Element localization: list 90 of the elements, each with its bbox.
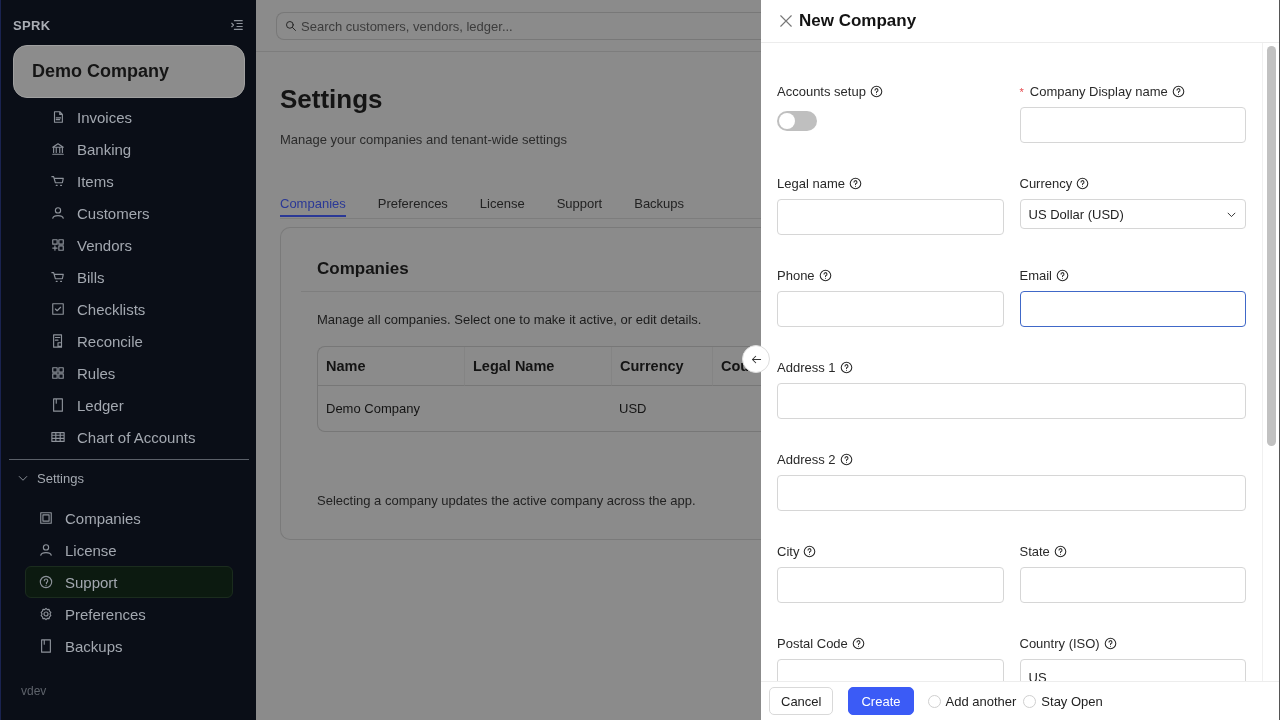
nav-icon [51, 270, 65, 284]
help-icon [848, 177, 862, 190]
help-icon [1076, 177, 1090, 190]
version-label: vdev [20, 684, 48, 698]
close-button[interactable] [779, 14, 793, 28]
select-field[interactable]: US Dollar (USD) [1019, 199, 1246, 229]
create-button[interactable]: Create [848, 687, 914, 715]
search-field[interactable]: Search customers, vendors, ledger... [276, 12, 761, 40]
settings-group-toggle[interactable]: Settings [13, 460, 248, 496]
help-icon [1056, 269, 1069, 282]
field-label: Address 1 [777, 360, 836, 375]
nav-item[interactable]: Vendors [25, 229, 233, 261]
option-label: Add another [945, 693, 1017, 709]
close-icon [779, 14, 793, 28]
nav-item[interactable]: Items [25, 165, 233, 197]
nav-item[interactable]: Customers [25, 197, 233, 229]
nav-icon [51, 302, 65, 316]
nav-item[interactable]: Banking [25, 133, 233, 165]
nav-item[interactable]: Checklists [25, 293, 233, 325]
column-header: Currency [611, 347, 712, 386]
required-mark: * [1019, 85, 1024, 98]
field-label: City [777, 544, 800, 559]
field-label: Address 2 [777, 452, 836, 467]
nav-item[interactable]: Chart of Accounts [25, 421, 233, 453]
option-label: Stay Open [1041, 693, 1103, 709]
help-icon [839, 453, 853, 466]
field-label: State [1019, 544, 1050, 559]
help-icon [851, 637, 865, 650]
nav-icon [51, 206, 65, 220]
input-field[interactable] [1019, 291, 1246, 327]
page-title: Settings [280, 84, 384, 114]
settings-tab[interactable]: License [479, 189, 525, 217]
nav-item[interactable]: Reconcile [25, 325, 233, 357]
help-icon [1103, 637, 1117, 650]
input-field[interactable]: US [1019, 659, 1246, 681]
field-label: Phone [777, 268, 815, 283]
help-icon [869, 85, 883, 98]
nav-item[interactable]: Ledger [25, 389, 233, 421]
nav-icon [51, 430, 65, 444]
help-icon [818, 269, 832, 282]
select-value: US Dollar (USD) [1028, 206, 1124, 222]
field-label: Accounts setup [777, 84, 866, 99]
nav-icon [51, 366, 65, 380]
nav-icon [39, 607, 53, 621]
nav-icon [51, 110, 65, 124]
nav-icon [39, 575, 53, 589]
table-cell-text: Demo Company [325, 400, 421, 418]
search-icon [285, 20, 297, 32]
scrollbar-thumb[interactable] [1266, 46, 1276, 446]
column-header: Name [318, 347, 464, 386]
brand-name: SPRK [13, 17, 51, 33]
nav-item[interactable]: License [25, 534, 233, 566]
settings-tab[interactable]: Backups [634, 189, 685, 217]
settings-tab[interactable]: Support [556, 189, 603, 217]
card-description: Manage all companies. Select one to make it active, or edit details. [317, 312, 703, 327]
field-label: Email [1019, 268, 1052, 283]
nav-item[interactable]: Backups [25, 630, 233, 662]
field-label: Postal Code [777, 636, 848, 651]
nav-item[interactable]: Support [25, 566, 233, 598]
field-label: Legal name [777, 176, 845, 191]
help-icon [1053, 545, 1067, 558]
table-cell-text: USD [618, 400, 648, 418]
help-icon [803, 545, 817, 558]
nav-icon [51, 334, 65, 348]
field-label: Company Display name [1029, 84, 1168, 99]
help-icon [1171, 85, 1185, 98]
nav-item[interactable]: Rules [25, 357, 233, 389]
nav-item[interactable]: Preferences [25, 598, 233, 630]
cancel-button[interactable]: Cancel [769, 687, 834, 715]
nav-item[interactable]: Bills [25, 261, 233, 293]
nav-icon [51, 174, 65, 188]
card-footnote: Selecting a company updates the active company across the app. [317, 493, 697, 508]
nav-icon [39, 543, 53, 557]
nav-icon [39, 639, 53, 653]
nav-icon [51, 238, 65, 252]
help-icon [839, 361, 853, 374]
settings-tab[interactable]: Preferences [377, 189, 448, 217]
field-label: Currency [1019, 176, 1073, 191]
nav-item[interactable]: Companies [25, 502, 233, 534]
nav-icon [39, 511, 53, 525]
column-header: Legal Name [464, 347, 611, 386]
toggle-switch[interactable] [777, 111, 817, 131]
nav-item[interactable]: Invoices [25, 101, 233, 133]
collapse-menu-icon [230, 18, 244, 32]
company-switcher[interactable]: Demo Company [13, 45, 245, 98]
page-subtitle: Manage your companies and tenant-wide settings [280, 132, 568, 147]
nav-icon [51, 398, 65, 412]
nav-icon [51, 142, 65, 156]
field-label: Country (ISO) [1019, 636, 1100, 651]
drawer-title: New Company [799, 11, 917, 31]
